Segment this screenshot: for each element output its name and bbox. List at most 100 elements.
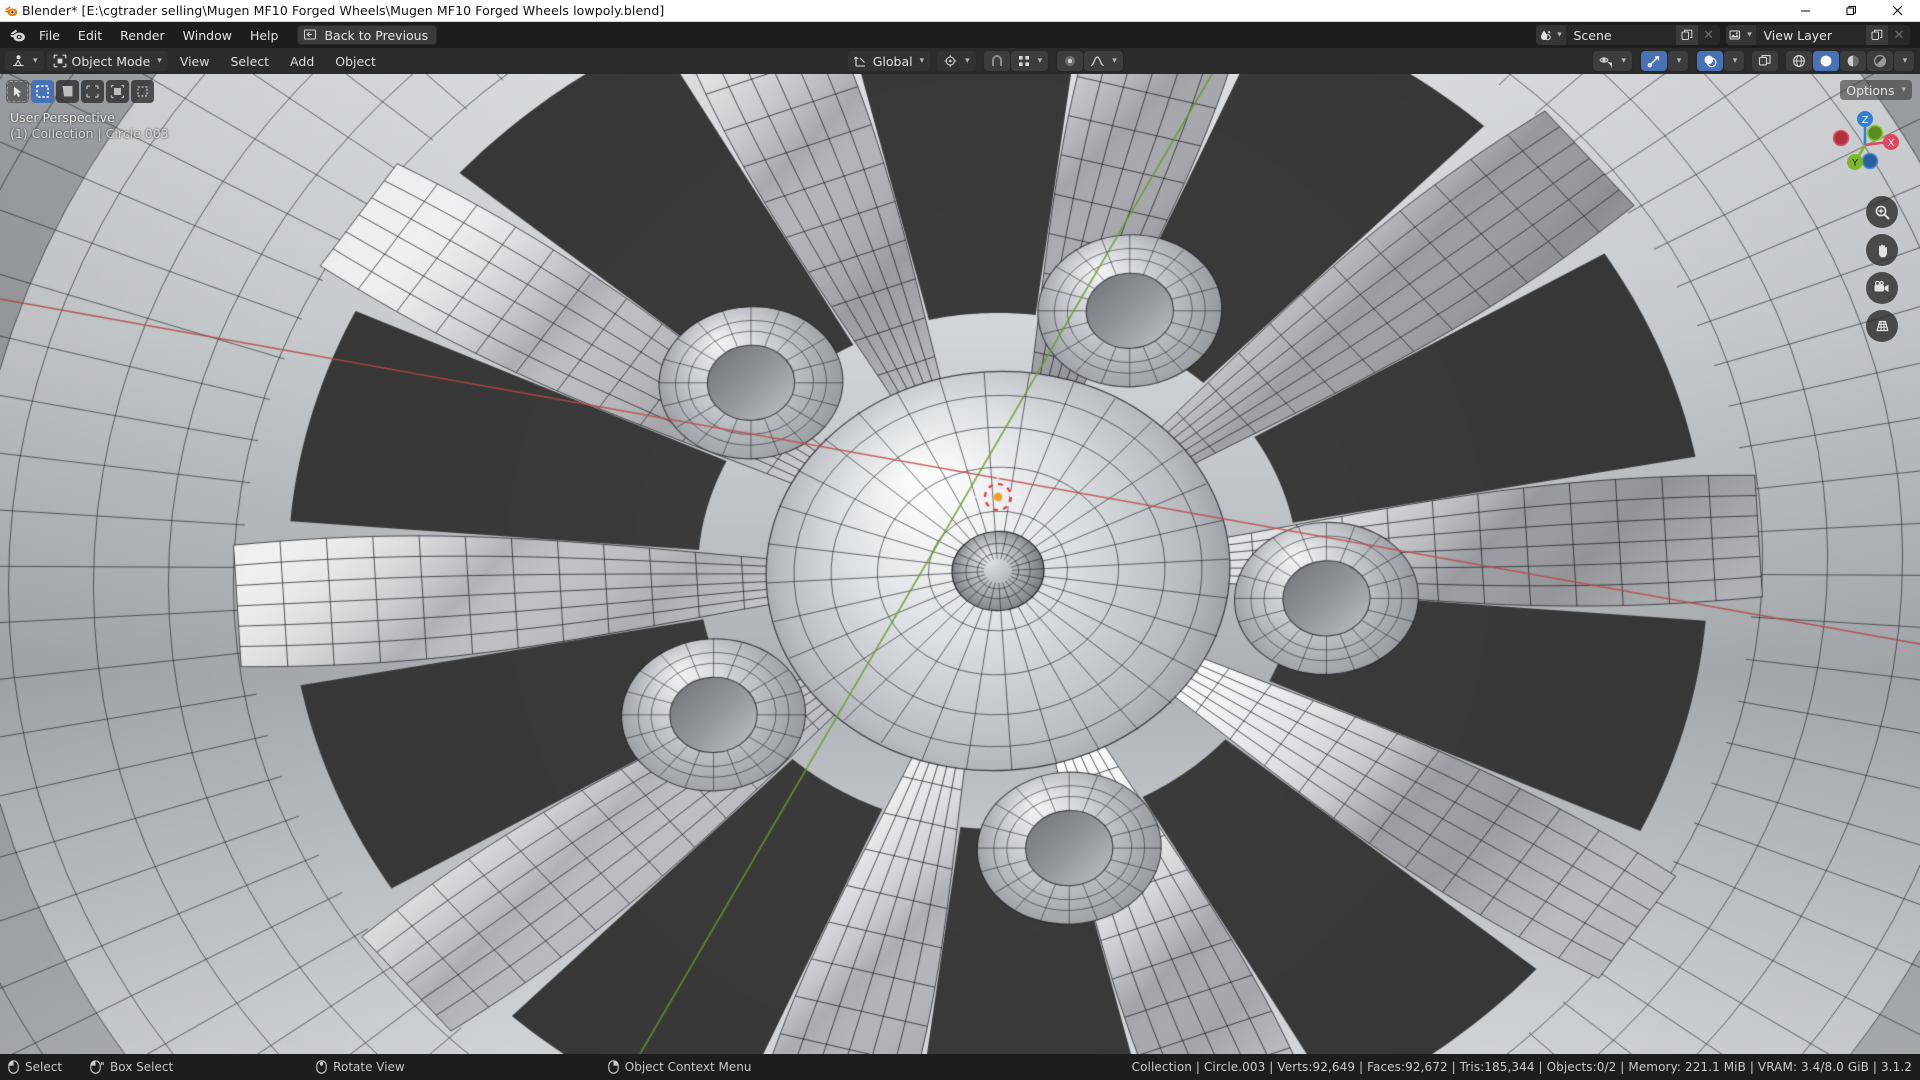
xray-icon [1758, 54, 1772, 68]
object-mode-icon [53, 54, 67, 68]
editor-type-3dview-icon [11, 54, 26, 68]
viewport-toolbar [6, 80, 154, 103]
status-hint-box-select-label: Box Select [110, 1060, 174, 1074]
menu-object[interactable]: Object [326, 51, 385, 71]
eye-cursor-icon [1599, 54, 1614, 68]
show-overlays-toggle[interactable] [1697, 51, 1723, 71]
solid-sphere-icon [1819, 54, 1833, 68]
viewport-tool-header: ▾ Object Mode ▾ View Select Add Object G… [0, 48, 1920, 74]
shading-material-button[interactable] [1840, 51, 1866, 71]
sidebar-collapse-arrow-icon[interactable]: ‹ [1913, 122, 1918, 136]
scene-selector[interactable]: ▾ Scene ✕ [1535, 25, 1720, 45]
window-minimize-button[interactable] [1782, 0, 1828, 22]
snapping-group: ▾ [982, 50, 1050, 72]
menu-select[interactable]: Select [221, 51, 278, 71]
window-maximize-button[interactable] [1828, 0, 1874, 22]
select-lasso-tool-button[interactable] [81, 80, 104, 103]
menu-file[interactable]: File [30, 25, 69, 45]
show-gizmo-toggle[interactable] [1641, 51, 1667, 71]
menu-view[interactable]: View [171, 51, 219, 71]
menu-render[interactable]: Render [111, 25, 174, 45]
svg-text:X: X [1888, 138, 1895, 149]
scene-icon[interactable]: ▾ [1535, 25, 1566, 45]
select-box-tool-button[interactable] [31, 80, 54, 103]
window-close-button[interactable] [1874, 0, 1920, 22]
status-hint-select-label: Select [25, 1060, 63, 1074]
view-layer-icon[interactable]: ▾ [1725, 25, 1756, 45]
back-to-previous-button[interactable]: Back to Previous [297, 25, 438, 45]
navigation-gizmo[interactable]: Z X Y [1820, 100, 1910, 190]
move-tool-button[interactable] [131, 80, 154, 103]
snap-target-selector[interactable]: ▾ [1010, 51, 1049, 71]
orientation-axes-icon [853, 54, 868, 68]
scene-statistics: Collection | Circle.003 | Verts:92,649 |… [1131, 1060, 1912, 1074]
transform-orientation-label: Global [872, 53, 913, 69]
status-bar: Select Box Select Rotate View Object Con… [0, 1054, 1920, 1080]
transform-orientation-selector[interactable]: Global ▾ [847, 51, 931, 71]
mouse-middle-icon [316, 1060, 327, 1074]
toggle-perspective-button[interactable] [1866, 310, 1898, 342]
object-visibility-selector[interactable]: ▾ [1593, 51, 1632, 71]
tweak-tool-button[interactable] [6, 80, 29, 103]
status-hint-rotate-view-label: Rotate View [333, 1060, 405, 1074]
back-to-previous-label: Back to Previous [324, 27, 429, 43]
shading-rendered-button[interactable] [1867, 51, 1893, 71]
status-hint-context-menu: Object Context Menu [608, 1060, 751, 1074]
menu-help[interactable]: Help [241, 25, 288, 45]
viewport-options-label: Options [1846, 82, 1895, 98]
proportional-editing-group: ▾ [1056, 50, 1124, 72]
scene-unlink-button[interactable]: ✕ [1698, 25, 1720, 45]
svg-text:Y: Y [1851, 158, 1859, 169]
overlays-icon [1703, 54, 1717, 68]
proportional-edit-toggle[interactable] [1057, 51, 1084, 71]
view-layer-new-icon[interactable] [1866, 25, 1888, 45]
3d-viewport[interactable]: User Perspective (1) Collection | Circle… [0, 74, 1920, 1054]
visibility-group: ▾ [1592, 50, 1633, 72]
blender-top-bar: File Edit Render Window Help Back to Pre… [0, 22, 1920, 48]
zoom-view-button[interactable] [1866, 196, 1898, 228]
menu-add[interactable]: Add [281, 51, 323, 71]
snap-toggle-button[interactable] [983, 51, 1010, 71]
mouse-left-drag-icon [90, 1060, 104, 1074]
view-layer-name: View Layer [1755, 25, 1866, 45]
shading-options-dropdown[interactable]: ▾ [1894, 51, 1914, 71]
status-hint-box-select: Box Select [90, 1060, 173, 1074]
wireframe-sphere-icon [1792, 54, 1806, 68]
viewport-options-dropdown[interactable]: Options ▾ [1840, 80, 1912, 100]
3d-scene-render[interactable] [0, 74, 1920, 1054]
toggle-xray-button[interactable] [1752, 51, 1778, 71]
viewport-info-overlay: User Perspective (1) Collection | Circle… [10, 110, 169, 142]
pivot-point-selector[interactable]: ▾ [937, 51, 976, 71]
rendered-icon [1873, 54, 1887, 68]
overlays-group: ▾ [1696, 50, 1745, 72]
shading-solid-button[interactable] [1813, 51, 1839, 71]
interaction-mode-selector[interactable]: Object Mode ▾ [46, 51, 168, 71]
blender-menu-logo-icon[interactable] [4, 22, 30, 48]
blender-logo-icon [0, 0, 22, 22]
camera-view-button[interactable] [1866, 272, 1898, 304]
falloff-curve-icon [1090, 54, 1105, 68]
cursor-tool-button[interactable] [106, 80, 129, 103]
gizmo-group: ▾ [1640, 50, 1689, 72]
view-layer-unlink-button[interactable]: ✕ [1888, 25, 1910, 45]
back-arrow-icon [302, 28, 318, 42]
magnet-icon [990, 54, 1004, 68]
scene-new-icon[interactable] [1675, 25, 1698, 45]
select-circle-tool-button[interactable] [56, 80, 79, 103]
snap-grid-icon [1017, 54, 1031, 68]
menu-edit[interactable]: Edit [69, 25, 111, 45]
overlays-options-dropdown[interactable]: ▾ [1724, 51, 1744, 71]
menu-window[interactable]: Window [174, 25, 241, 45]
pan-view-button[interactable] [1866, 234, 1898, 266]
shading-wireframe-button[interactable] [1786, 51, 1812, 71]
window-title-bar: Blender* [E:\cgtrader selling\Mugen MF10… [0, 0, 1920, 22]
scene-name: Scene [1565, 25, 1676, 45]
view-layer-selector[interactable]: ▾ View Layer ✕ [1725, 25, 1910, 45]
status-hint-rotate-view: Rotate View [316, 1060, 405, 1074]
falloff-type-selector[interactable]: ▾ [1084, 51, 1123, 71]
pivot-point-icon [943, 54, 958, 68]
material-preview-icon [1846, 54, 1860, 68]
gizmo-options-dropdown[interactable]: ▾ [1668, 51, 1688, 71]
viewport-context-info: (1) Collection | Circle.003 [10, 126, 169, 141]
editor-type-selector[interactable]: ▾ [5, 51, 44, 71]
